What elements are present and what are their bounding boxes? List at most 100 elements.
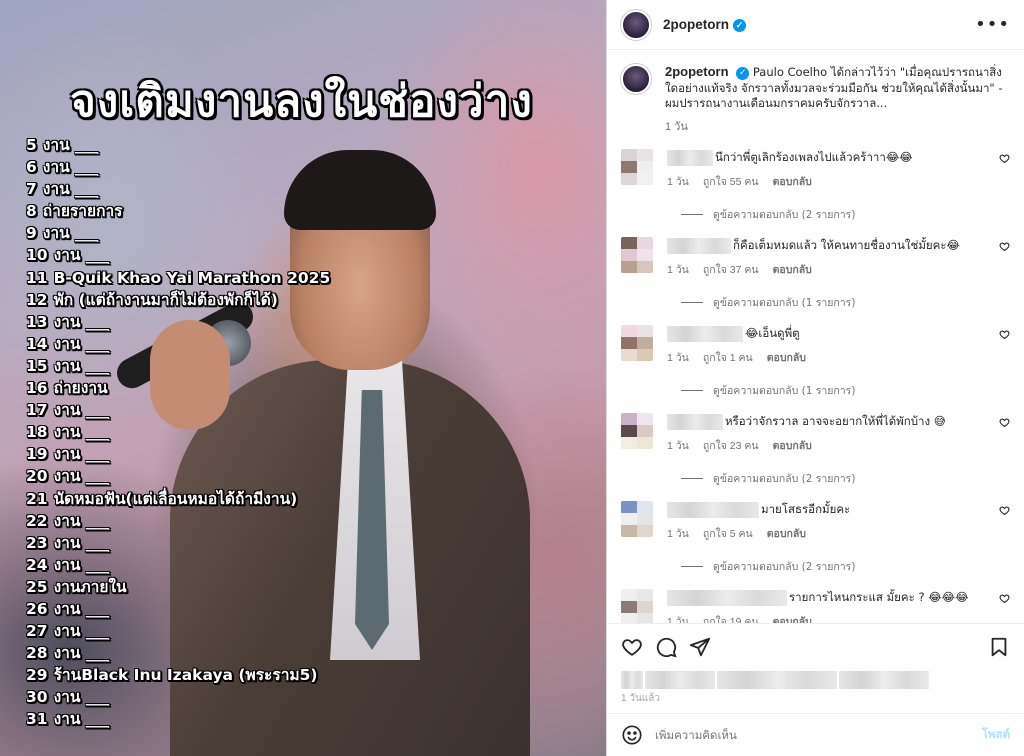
- schedule-day: 12: [26, 290, 48, 309]
- comment-likes[interactable]: ถูกใจ 37 คน: [703, 264, 759, 276]
- header-username[interactable]: 2popetorn ✓: [663, 17, 746, 32]
- schedule-day: 9: [26, 224, 37, 243]
- commenter-username-redacted[interactable]: [667, 326, 743, 342]
- schedule-row: 20 งาน ___: [26, 465, 330, 487]
- avatar[interactable]: [621, 64, 651, 94]
- comment-likes[interactable]: ถูกใจ 5 คน: [703, 528, 753, 540]
- comment-like-heart-icon[interactable]: [999, 241, 1010, 255]
- avatar[interactable]: [621, 237, 653, 273]
- verified-badge-icon: ✓: [736, 67, 750, 80]
- avatar[interactable]: [621, 501, 653, 537]
- verified-badge-icon: ✓: [733, 19, 746, 32]
- comment-like-heart-icon[interactable]: [999, 329, 1010, 343]
- reply-button[interactable]: ตอบกลับ: [773, 264, 812, 276]
- more-options-button[interactable]: •••: [975, 15, 1010, 34]
- schedule-row: 31 งาน ___: [26, 708, 330, 730]
- post-timestamp: 1 วันแล้ว: [621, 693, 660, 703]
- schedule-row: 7 งาน ___: [26, 178, 330, 200]
- reply-button[interactable]: ตอบกลับ: [773, 616, 812, 623]
- post-comment-button[interactable]: โพสต์: [982, 726, 1010, 744]
- post-image[interactable]: จงเติมงานลงในช่องว่าง 5 งาน ___ 6 งาน ___ 7 ง…: [0, 0, 606, 756]
- avatar[interactable]: [621, 589, 653, 623]
- comment-time: 1 วัน: [667, 616, 689, 623]
- schedule-row: 16 ถ่ายงาน: [26, 377, 330, 399]
- comment-likes[interactable]: ถูกใจ 23 คน: [703, 440, 759, 452]
- schedule-list: 5 งาน ___ 6 งาน ___ 7 งาน ___ 8 ถ่ายรายการ 9 งาน …: [26, 134, 330, 731]
- reply-button[interactable]: ตอบกลับ: [767, 528, 806, 540]
- schedule-entry: งาน ___: [53, 246, 110, 265]
- avatar[interactable]: [621, 413, 653, 449]
- schedule-day: 11: [26, 268, 48, 287]
- comment-text: 😂เอ็นดูพี่ตู: [745, 326, 800, 340]
- like-heart-icon[interactable]: [621, 636, 643, 658]
- avatar[interactable]: [621, 149, 653, 185]
- schedule-day: 27: [26, 622, 48, 641]
- caption-time: 1 วัน: [665, 120, 688, 133]
- schedule-day: 30: [26, 688, 48, 707]
- schedule-entry: ถ่ายงาน: [53, 379, 108, 398]
- commenter-username-redacted[interactable]: [667, 414, 723, 430]
- schedule-entry: งาน ___: [53, 688, 110, 707]
- schedule-entry: งาน ___: [53, 710, 110, 729]
- schedule-row: 17 งาน ___: [26, 399, 330, 421]
- comment-like-heart-icon[interactable]: [999, 505, 1010, 519]
- schedule-day: 8: [26, 202, 37, 221]
- schedule-day: 29: [26, 666, 48, 685]
- reply-button[interactable]: ตอบกลับ: [773, 440, 812, 452]
- comment-input[interactable]: [655, 728, 982, 742]
- commenter-username-redacted[interactable]: [667, 502, 759, 518]
- schedule-entry: งาน ___: [53, 312, 110, 331]
- commenter-username-redacted[interactable]: [667, 590, 787, 606]
- list-item: นึกว่าพี่ตูเลิกร้องเพลงไปแล้วคร้าาา😂😂 1 ว…: [621, 149, 1010, 190]
- schedule-entry: งาน ___: [53, 555, 110, 574]
- view-replies-button[interactable]: ดูข้อความตอบกลับ (1 รายการ): [681, 382, 1010, 399]
- schedule-entry: งาน ___: [53, 401, 110, 420]
- bookmark-icon[interactable]: [988, 636, 1010, 658]
- avatar[interactable]: [621, 9, 651, 40]
- schedule-day: 23: [26, 533, 48, 552]
- schedule-entry: งาน ___: [42, 136, 99, 154]
- schedule-day: 25: [26, 577, 48, 596]
- comment-likes[interactable]: ถูกใจ 55 คน: [703, 176, 759, 188]
- comment-likes[interactable]: ถูกใจ 19 คน: [703, 616, 759, 623]
- comments-scroll-area[interactable]: 2popetorn ✓ Paulo Coelho ได้กล่าวไว้ว่า …: [607, 50, 1024, 623]
- schedule-row: 12 พัก (แต่ถ้างานมาก็ไม่ต้องพักก็ได้): [26, 289, 330, 311]
- comment-like-heart-icon[interactable]: [999, 153, 1010, 167]
- view-replies-button[interactable]: ดูข้อความตอบกลับ (1 รายการ): [681, 294, 1010, 311]
- schedule-day: 15: [26, 356, 48, 375]
- share-paper-plane-icon[interactable]: [689, 636, 711, 658]
- reply-button[interactable]: ตอบกลับ: [773, 176, 812, 188]
- reply-button[interactable]: ตอบกลับ: [767, 352, 806, 364]
- schedule-day: 7: [26, 180, 37, 199]
- list-item: ก็คือเต็มหมดแล้ว ให้คนทายชื่องานใช่มั้ยค…: [621, 237, 1010, 278]
- image-title: จงเติมงานลงในช่องว่าง: [70, 76, 533, 127]
- comment-likes[interactable]: ถูกใจ 1 คน: [703, 352, 753, 364]
- view-replies-button[interactable]: ดูข้อความตอบกลับ (2 รายการ): [681, 470, 1010, 487]
- schedule-entry: ถ่ายรายการ: [42, 202, 123, 221]
- comment-time: 1 วัน: [667, 528, 689, 540]
- comment-bubble-icon[interactable]: [655, 636, 677, 658]
- schedule-day: 26: [26, 599, 48, 618]
- schedule-entry: งาน ___: [53, 511, 110, 530]
- schedule-entry: งาน ___: [42, 180, 99, 199]
- commenter-username-redacted[interactable]: [667, 150, 713, 166]
- schedule-day: 17: [26, 401, 48, 420]
- comment-block: มายโสธรอีกมั้ยคะ 1 วัน ถูกใจ 5 คน ตอบกลับ ดู…: [621, 501, 1010, 575]
- schedule-row: 18 งาน ___: [26, 421, 330, 443]
- schedule-entry: งานภายใน: [53, 577, 127, 596]
- schedule-entry: งาน ___: [53, 644, 110, 663]
- avatar[interactable]: [621, 325, 653, 361]
- caption-username[interactable]: 2popetorn: [665, 64, 729, 79]
- commenter-username-redacted[interactable]: [667, 238, 731, 254]
- schedule-entry: งาน ___: [42, 224, 99, 243]
- comment-like-heart-icon[interactable]: [999, 417, 1010, 431]
- list-item: รายการไหนกระแส มั้ยคะ ? 😂😂😂 1 วัน ถูกใจ 19…: [621, 589, 1010, 623]
- view-replies-button[interactable]: ดูข้อความตอบกลับ (2 รายการ): [681, 558, 1010, 575]
- view-replies-button[interactable]: ดูข้อความตอบกลับ (2 รายการ): [681, 206, 1010, 223]
- schedule-row: 24 งาน ___: [26, 554, 330, 576]
- comment-text: ก็คือเต็มหมดแล้ว ให้คนทายชื่องานใช่มั้ยค…: [733, 238, 960, 252]
- schedule-entry: B-Quik Khao Yai Marathon 2025: [53, 268, 331, 287]
- schedule-row: 11 B-Quik Khao Yai Marathon 2025: [26, 267, 330, 289]
- comment-like-heart-icon[interactable]: [999, 593, 1010, 607]
- emoji-icon[interactable]: [621, 724, 643, 746]
